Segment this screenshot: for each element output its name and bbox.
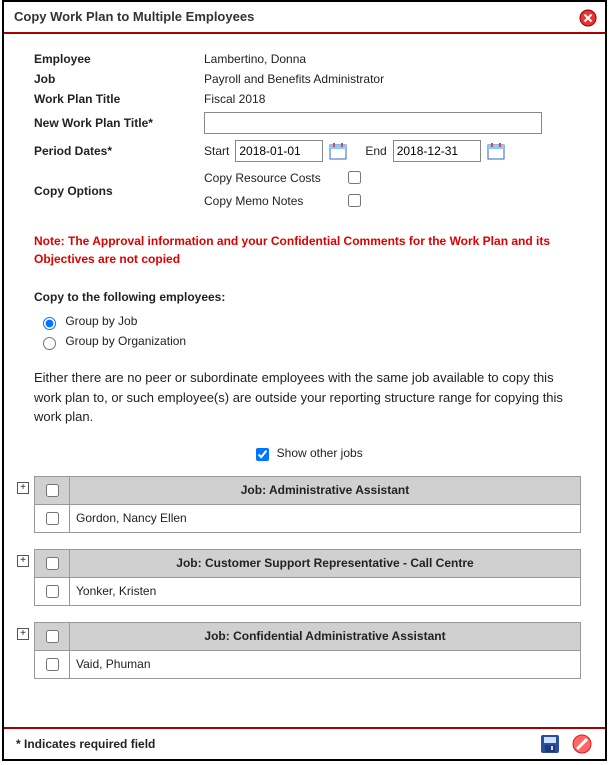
job-group: + Job: Customer Support Representative -… — [34, 549, 581, 606]
workplan-title-label: Work Plan Title — [34, 92, 204, 106]
dialog-title: Copy Work Plan to Multiple Employees — [14, 9, 254, 24]
employee-name: Gordon, Nancy Ellen — [70, 504, 581, 532]
dialog-copy-work-plan: Copy Work Plan to Multiple Employees Emp… — [2, 0, 607, 761]
period-start-label: Start — [204, 144, 229, 158]
employee-checkbox[interactable] — [46, 585, 59, 598]
approval-note: Note: The Approval information and your … — [34, 232, 581, 268]
expand-collapse-icon[interactable]: + — [17, 482, 29, 494]
period-dates-label: Period Dates* — [34, 144, 204, 158]
show-other-jobs-checkbox[interactable] — [256, 448, 269, 461]
copy-resource-costs-label: Copy Resource Costs — [204, 171, 344, 185]
job-group-header: Job: Customer Support Representative - C… — [70, 549, 581, 577]
copy-memo-notes-checkbox[interactable] — [348, 194, 361, 207]
group-by-org-radio[interactable] — [43, 337, 56, 350]
copy-to-heading: Copy to the following employees: — [34, 290, 581, 304]
copy-options-label: Copy Options — [34, 184, 204, 198]
show-other-jobs-label[interactable]: Show other jobs — [252, 446, 362, 460]
required-field-note: * Indicates required field — [16, 737, 155, 751]
job-group: + Job: Confidential Administrative Assis… — [34, 622, 581, 679]
job-value: Payroll and Benefits Administrator — [204, 72, 581, 86]
employee-name: Vaid, Phuman — [70, 650, 581, 678]
copy-resource-costs-checkbox[interactable] — [348, 171, 361, 184]
employee-name: Yonker, Kristen — [70, 577, 581, 605]
table-row: Vaid, Phuman — [35, 650, 581, 678]
employee-checkbox[interactable] — [46, 512, 59, 525]
dialog-footer: * Indicates required field — [4, 727, 605, 759]
copy-memo-notes-label: Copy Memo Notes — [204, 194, 344, 208]
period-end-label: End — [365, 144, 386, 158]
group-by-job-text: Group by Job — [65, 314, 137, 328]
dialog-body: Employee Lambertino, Donna Job Payroll a… — [4, 34, 605, 725]
workplan-title-value: Fiscal 2018 — [204, 92, 581, 106]
table-row: Yonker, Kristen — [35, 577, 581, 605]
employee-value: Lambertino, Donna — [204, 52, 581, 66]
job-label: Job — [34, 72, 204, 86]
show-other-jobs-text: Show other jobs — [277, 446, 363, 460]
group-by-job-radio-label[interactable]: Group by Job — [38, 314, 137, 328]
period-end-input[interactable] — [393, 140, 481, 162]
calendar-icon[interactable] — [487, 142, 505, 160]
expand-collapse-icon[interactable]: + — [17, 555, 29, 567]
expand-collapse-icon[interactable]: + — [17, 628, 29, 640]
new-workplan-title-label: New Work Plan Title* — [34, 116, 204, 130]
calendar-icon[interactable] — [329, 142, 347, 160]
job-group: + Job: Administrative Assistant Gordon, … — [34, 476, 581, 533]
group-by-job-radio[interactable] — [43, 317, 56, 330]
no-employees-message: Either there are no peer or subordinate … — [34, 368, 581, 427]
job-group-select-all-checkbox[interactable] — [46, 557, 59, 570]
group-by-org-radio-label[interactable]: Group by Organization — [38, 334, 186, 348]
job-group-header: Job: Confidential Administrative Assista… — [70, 622, 581, 650]
employee-checkbox[interactable] — [46, 658, 59, 671]
group-by-org-text: Group by Organization — [65, 334, 186, 348]
save-button[interactable] — [539, 733, 561, 755]
dialog-titlebar: Copy Work Plan to Multiple Employees — [4, 2, 605, 34]
new-workplan-title-input[interactable] — [204, 112, 542, 134]
table-row: Gordon, Nancy Ellen — [35, 504, 581, 532]
job-group-select-all-checkbox[interactable] — [46, 630, 59, 643]
job-group-header: Job: Administrative Assistant — [70, 476, 581, 504]
cancel-button[interactable] — [571, 733, 593, 755]
employee-label: Employee — [34, 52, 204, 66]
job-group-select-all-checkbox[interactable] — [46, 484, 59, 497]
period-start-input[interactable] — [235, 140, 323, 162]
